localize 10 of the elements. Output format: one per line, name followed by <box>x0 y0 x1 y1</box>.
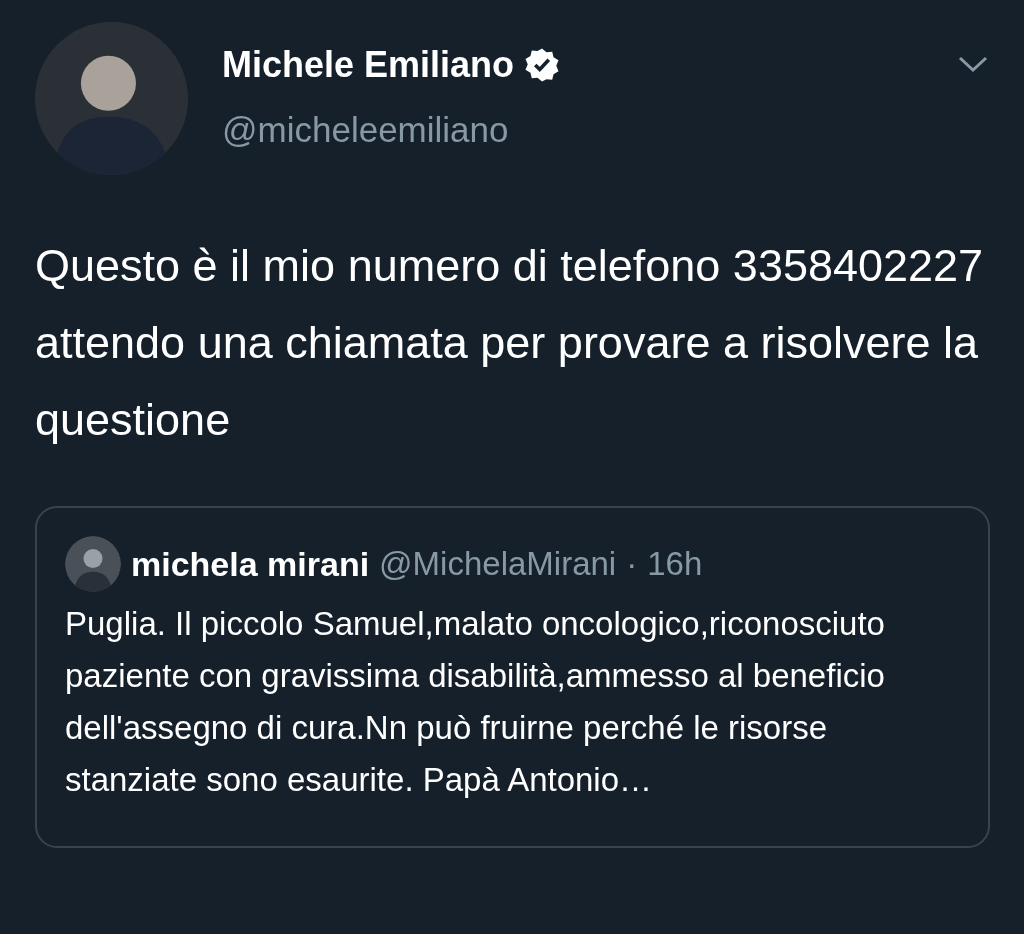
tweet-text: Questo è il mio numero di telefono 3358402227 attendo una chiamata per provare a risolvere la questione <box>35 239 985 447</box>
separator-dot: · <box>626 545 638 583</box>
quoted-tweet-card[interactable] <box>35 506 990 848</box>
quoted-author-handle: @MichelaMirani <box>379 545 617 583</box>
quoted-tweet-text: Puglia. Il piccolo Samuel,malato oncologico,riconosciuto paziente con gravissima disabilità,ammesso al beneficio dell'assegno di cura.Nn può fruirne perché le risorse stanziate sono esaurite. Papà Antonio… <box>65 604 886 800</box>
author-name[interactable]: Michele Emiliano <box>222 44 515 86</box>
author-handle: @micheleemiliano <box>222 110 510 150</box>
quoted-timestamp: 16h <box>647 545 703 583</box>
quoted-avatar <box>65 536 121 592</box>
quoted-author-name: michela mirani <box>131 544 370 584</box>
